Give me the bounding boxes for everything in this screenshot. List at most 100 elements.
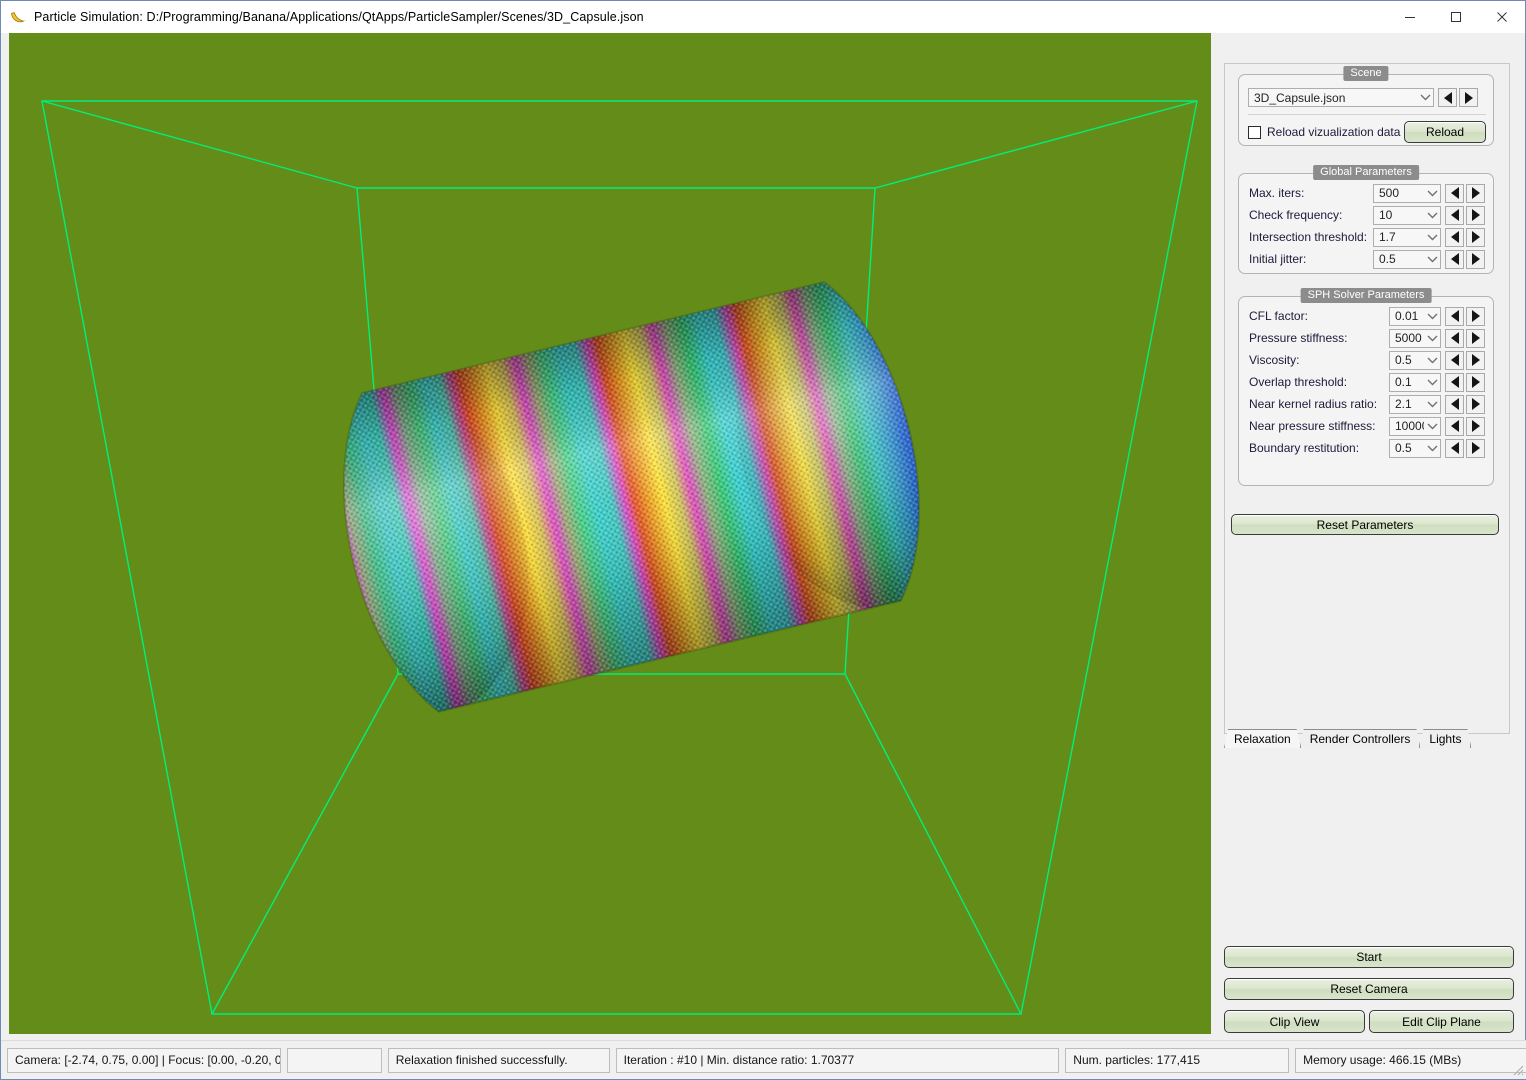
sph-parameters-group-title: SPH Solver Parameters	[1300, 288, 1432, 303]
parameter-increment-button[interactable]	[1466, 227, 1485, 247]
parameter-label: Viscosity:	[1249, 353, 1300, 367]
parameter-decrement-button[interactable]	[1445, 227, 1464, 247]
parameter-value: 0.5	[1395, 353, 1412, 367]
parameter-decrement-button[interactable]	[1445, 416, 1464, 436]
global-parameters-rows: Max. iters: 500 Check frequency: 10 Inte…	[1249, 183, 1487, 269]
chevron-down-icon	[1424, 401, 1440, 408]
tab-relaxation-label: Relaxation	[1234, 732, 1291, 746]
parameter-decrement-button[interactable]	[1445, 183, 1464, 203]
chevron-down-icon	[1424, 313, 1440, 320]
parameter-increment-button[interactable]	[1466, 306, 1485, 326]
parameter-label: Pressure stiffness:	[1249, 331, 1348, 345]
parameter-combobox[interactable]: 500	[1373, 183, 1441, 203]
parameter-row: Boundary restitution: 0.5	[1249, 438, 1487, 458]
chevron-down-icon	[1424, 379, 1440, 386]
scene-group-title: Scene	[1343, 66, 1389, 81]
parameter-increment-button[interactable]	[1466, 183, 1485, 203]
parameter-combobox[interactable]: 1.7	[1373, 227, 1441, 247]
parameter-decrement-button[interactable]	[1445, 372, 1464, 392]
parameter-value: 5000	[1395, 331, 1422, 345]
parameter-value: 10000	[1395, 419, 1424, 433]
clip-view-button[interactable]: Clip View	[1224, 1010, 1365, 1033]
parameter-decrement-button[interactable]	[1445, 394, 1464, 414]
reset-camera-button[interactable]: Reset Camera	[1224, 978, 1514, 1000]
parameter-increment-button[interactable]	[1466, 350, 1485, 370]
parameter-increment-button[interactable]	[1466, 205, 1485, 225]
parameter-combobox[interactable]: 0.1	[1389, 372, 1441, 392]
parameter-label: Boundary restitution:	[1249, 441, 1360, 455]
minimize-button[interactable]	[1387, 1, 1433, 32]
parameter-increment-button[interactable]	[1466, 394, 1485, 414]
parameter-combobox[interactable]: 0.5	[1373, 249, 1441, 269]
status-memory: Memory usage: 466.15 (MBs)	[1295, 1047, 1526, 1073]
parameter-decrement-button[interactable]	[1445, 328, 1464, 348]
chevron-down-icon	[1424, 423, 1440, 430]
reset-parameters-label: Reset Parameters	[1316, 517, 1414, 532]
status-iteration: Iteration : #10 | Min. distance ratio: 1…	[615, 1047, 1060, 1073]
parameter-value: 1.7	[1379, 230, 1396, 244]
parameter-increment-button[interactable]	[1466, 438, 1485, 458]
parameter-combobox[interactable]: 5000	[1389, 328, 1441, 348]
relaxation-settings-scroll-area[interactable]: Scene 3D_Capsule.json Reload vizualizati…	[1224, 63, 1510, 734]
reload-button-label: Reload	[1425, 125, 1465, 139]
parameter-increment-button[interactable]	[1466, 416, 1485, 436]
reload-button[interactable]: Reload	[1404, 121, 1486, 143]
tab-render-controllers-label: Render Controllers	[1309, 732, 1411, 746]
parameter-combobox[interactable]: 0.5	[1389, 350, 1441, 370]
parameter-row: CFL factor: 0.01	[1249, 306, 1487, 326]
start-button-label: Start	[1356, 950, 1382, 964]
tab-lights[interactable]: Lights	[1419, 729, 1471, 748]
window-controls	[1387, 1, 1525, 32]
edit-clip-plane-label: Edit Clip Plane	[1402, 1014, 1481, 1029]
parameter-decrement-button[interactable]	[1445, 249, 1464, 269]
3d-render-viewport[interactable]	[9, 33, 1211, 1034]
parameter-value: 0.5	[1395, 441, 1412, 455]
status-particles: Num. particles: 177,415	[1065, 1047, 1290, 1073]
parameter-combobox[interactable]: 10	[1373, 205, 1441, 225]
parameter-label: Check frequency:	[1249, 208, 1343, 222]
parameter-label: Max. iters:	[1249, 186, 1305, 200]
parameter-decrement-button[interactable]	[1445, 438, 1464, 458]
parameter-value: 0.1	[1395, 375, 1412, 389]
parameter-decrement-button[interactable]	[1445, 205, 1464, 225]
status-bar: Camera: [-2.74, 0.75, 0.00] | Focus: [0.…	[1, 1040, 1526, 1079]
chevron-down-icon	[1417, 94, 1433, 101]
parameter-row: Pressure stiffness: 5000	[1249, 328, 1487, 348]
parameter-decrement-button[interactable]	[1445, 306, 1464, 326]
parameter-value: 10	[1379, 208, 1393, 222]
parameter-value: 0.5	[1379, 252, 1396, 266]
parameter-label: Near pressure stiffness:	[1249, 419, 1376, 433]
parameter-combobox[interactable]: 0.01	[1389, 306, 1441, 326]
edit-clip-plane-button[interactable]: Edit Clip Plane	[1369, 1010, 1514, 1033]
start-button[interactable]: Start	[1224, 946, 1514, 968]
tab-relaxation[interactable]: Relaxation	[1224, 729, 1301, 748]
parameter-row: Max. iters: 500	[1249, 183, 1487, 203]
parameter-increment-button[interactable]	[1466, 372, 1485, 392]
chevron-down-icon	[1424, 256, 1440, 263]
parameter-row: Intersection threshold: 1.7	[1249, 227, 1487, 247]
scene-prev-button[interactable]	[1438, 88, 1457, 107]
parameter-decrement-button[interactable]	[1445, 350, 1464, 370]
parameter-increment-button[interactable]	[1466, 328, 1485, 348]
parameter-increment-button[interactable]	[1466, 249, 1485, 269]
reload-visualization-label: Reload vizualization data	[1267, 125, 1401, 139]
chevron-down-icon	[1424, 357, 1440, 364]
chevron-down-icon	[1424, 190, 1440, 197]
maximize-button[interactable]	[1433, 1, 1479, 32]
scene-file-combobox[interactable]: 3D_Capsule.json	[1248, 88, 1434, 107]
parameter-combobox[interactable]: 2.1	[1389, 394, 1441, 414]
viewport-canvas	[9, 33, 1211, 1034]
panel-tabs: Relaxation Render Controllers Lights	[1224, 730, 1514, 748]
reload-visualization-checkbox[interactable]	[1248, 125, 1261, 139]
parameter-row: Initial jitter: 0.5	[1249, 249, 1487, 269]
parameter-value: 500	[1379, 186, 1400, 200]
parameter-combobox[interactable]: 0.5	[1389, 438, 1441, 458]
tab-render-controllers[interactable]: Render Controllers	[1300, 729, 1421, 748]
parameter-value: 2.1	[1395, 397, 1412, 411]
resize-grip-icon[interactable]	[1510, 1062, 1524, 1076]
scene-next-button[interactable]	[1459, 88, 1478, 107]
close-button[interactable]	[1479, 1, 1525, 32]
parameter-combobox[interactable]: 10000	[1389, 416, 1441, 436]
parameter-label: Near kernel radius ratio:	[1249, 397, 1378, 411]
reset-parameters-button[interactable]: Reset Parameters	[1231, 514, 1499, 535]
